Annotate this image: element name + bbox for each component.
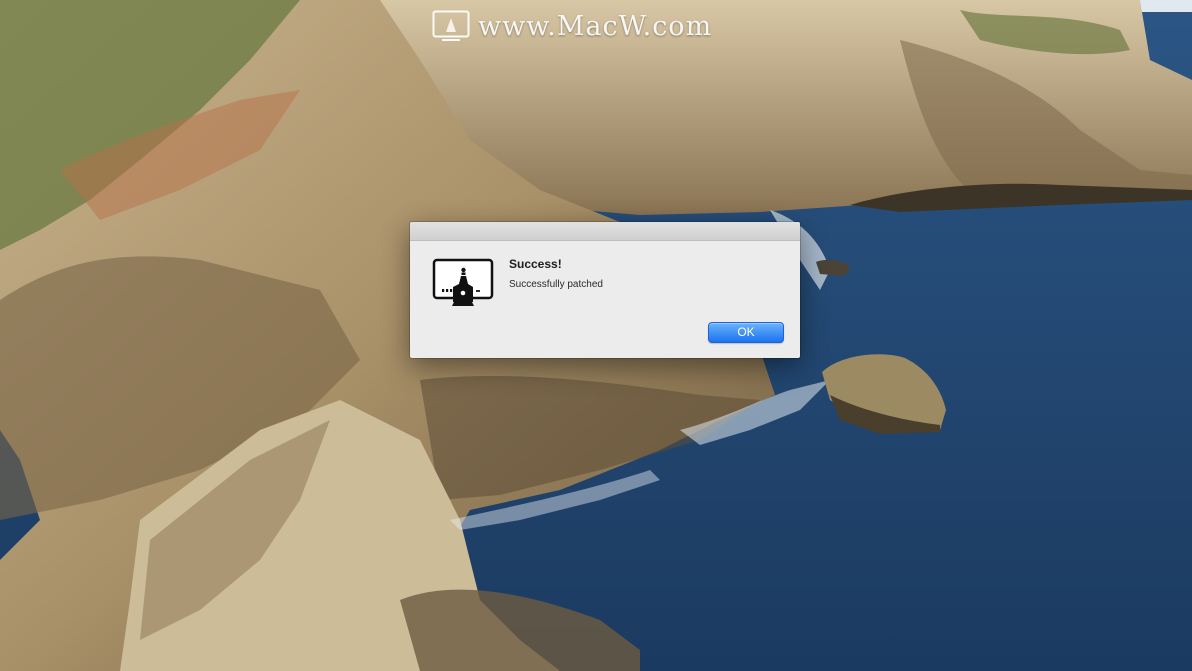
dialog-titlebar[interactable] bbox=[410, 222, 800, 241]
desktop: www.MacW.com Success! Successfully patch… bbox=[0, 0, 1192, 671]
ok-button[interactable]: OK bbox=[708, 322, 784, 343]
watermark-text: www.MacW.com bbox=[478, 10, 713, 42]
macw-logo-icon bbox=[432, 10, 470, 41]
dialog-title: Success! bbox=[509, 257, 562, 271]
success-alert-dialog: Success! Successfully patched OK bbox=[410, 222, 800, 358]
dialog-message: Successfully patched bbox=[509, 279, 603, 290]
watermark: www.MacW.com bbox=[432, 8, 712, 44]
monitor-patch-app-icon bbox=[432, 258, 494, 306]
